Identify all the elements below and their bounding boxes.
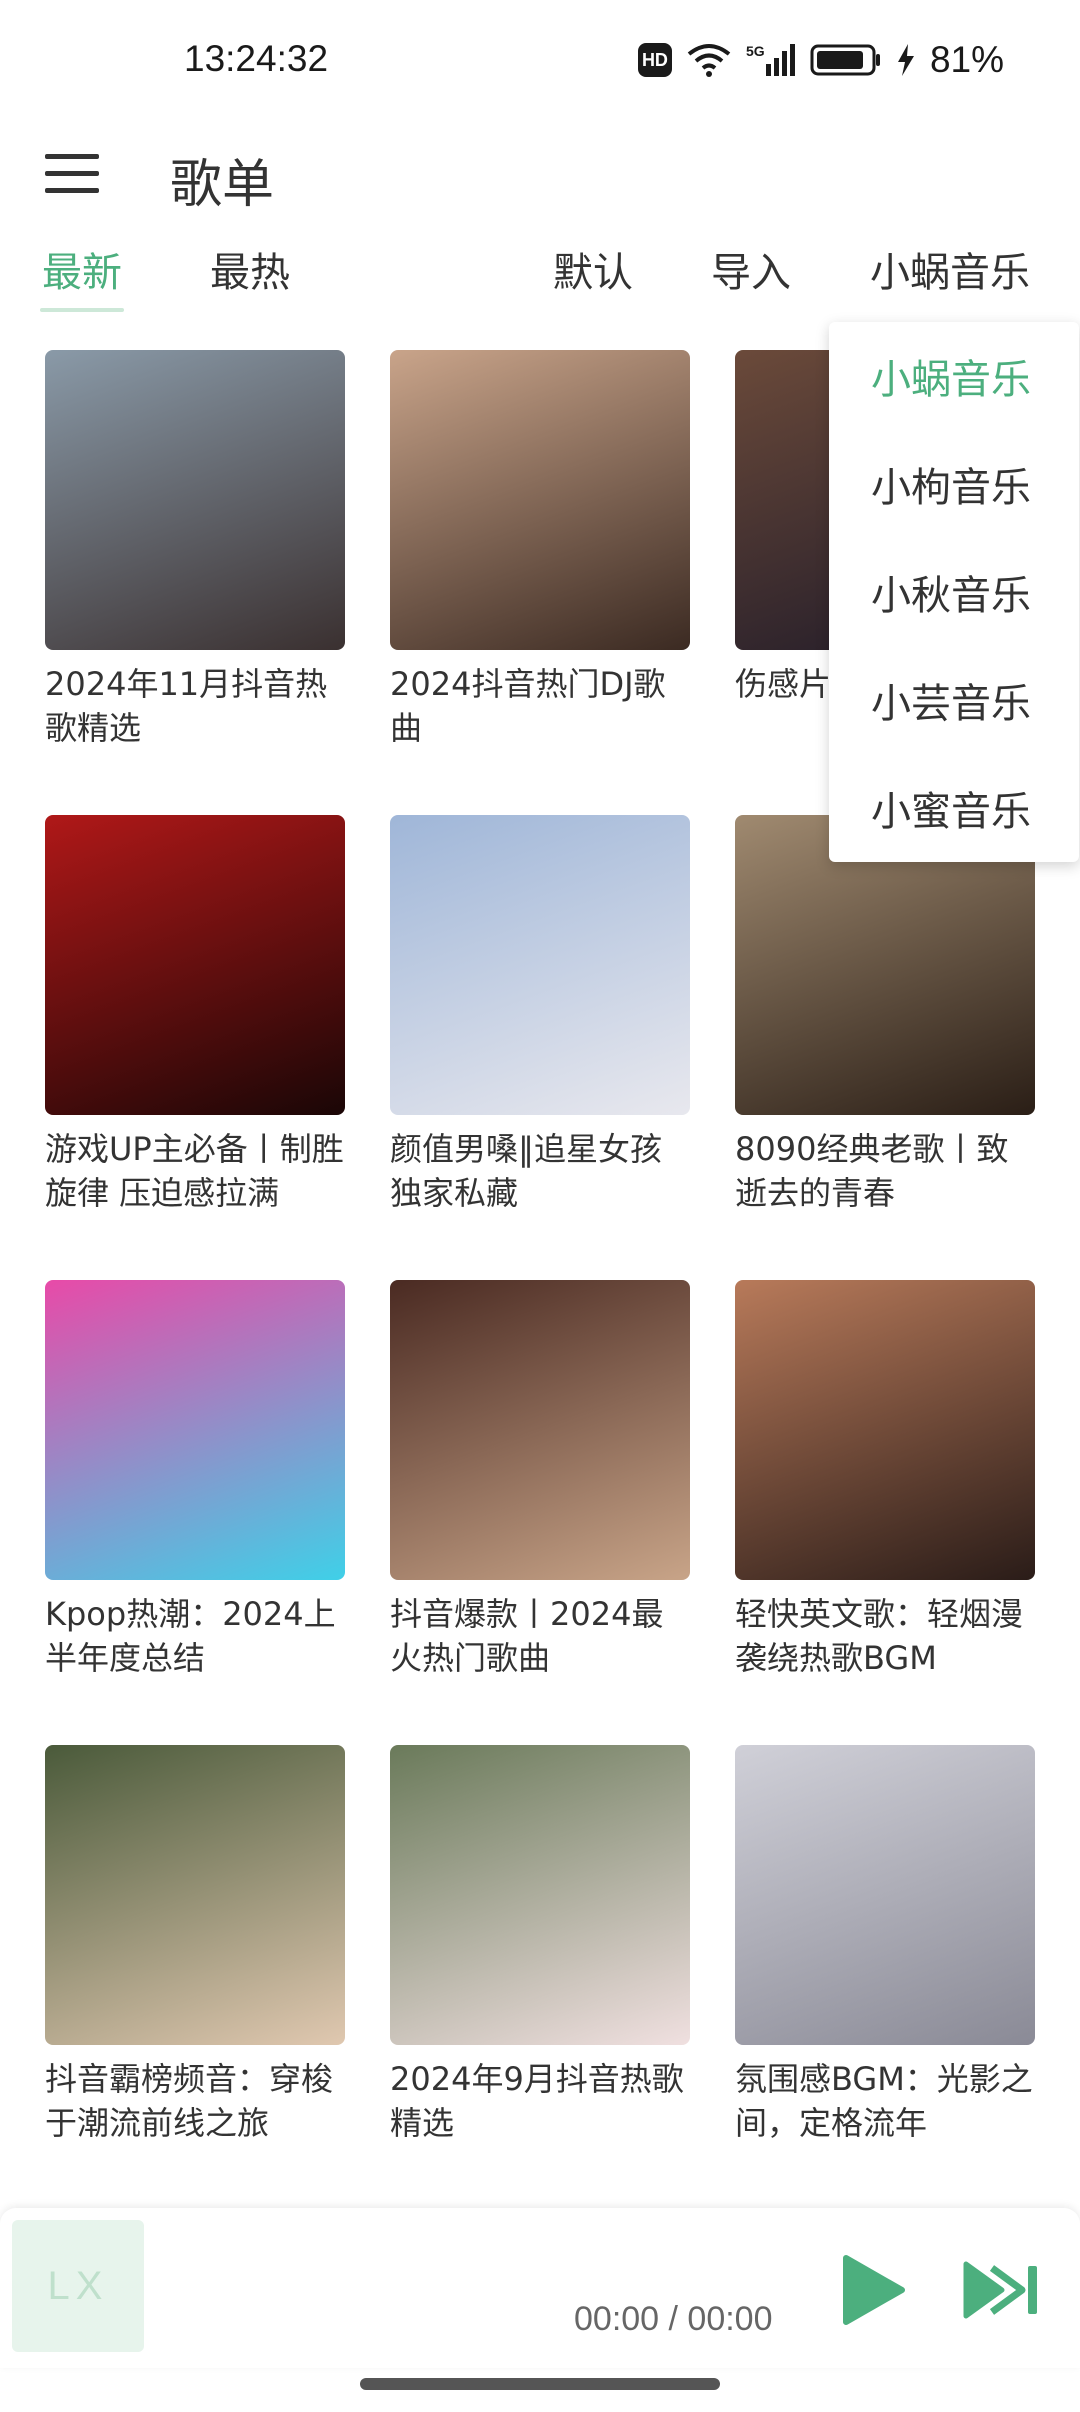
playlist-cover[interactable] — [45, 1745, 345, 2045]
dropdown-item[interactable]: 小芸音乐 — [829, 646, 1079, 754]
player-bar: LX 00:00 / 00:00 — [0, 2208, 1080, 2368]
player-cover[interactable]: LX — [12, 2220, 144, 2352]
playlist-cover[interactable] — [735, 1280, 1035, 1580]
playlist-card[interactable]: 游戏UP主必备丨制胜旋律 压迫感拉满 — [45, 815, 345, 1235]
battery-percent: 81% — [929, 39, 1004, 80]
hamburger-menu-icon — [45, 154, 99, 193]
play-button[interactable] — [832, 2250, 912, 2330]
playlist-card[interactable]: 氛围感BGM：光影之间，定格流年 — [735, 1745, 1035, 2165]
playlist-title: 抖音霸榜频音：穿梭于潮流前线之旅 — [45, 2060, 334, 2142]
playlist-card[interactable]: 轻快英文歌：轻烟漫袭绕热歌BGM — [735, 1280, 1035, 1700]
play-icon — [843, 2255, 905, 2325]
playlist-title: 2024年9月抖音热歌精选 — [390, 2060, 684, 2142]
dropdown-item[interactable]: 小蜗音乐 — [829, 322, 1079, 430]
import-button[interactable]: 导入 — [711, 240, 791, 312]
dropdown-item[interactable]: 小蜜音乐 — [829, 754, 1079, 862]
menu-button[interactable] — [30, 132, 114, 216]
playlist-card[interactable]: 颜值男嗓‖追星女孩独家私藏 — [390, 815, 690, 1235]
page-title: 歌单 — [170, 155, 275, 215]
dropdown-item[interactable]: 小秋音乐 — [829, 538, 1079, 646]
playlist-cover[interactable] — [45, 350, 345, 650]
tab-active-indicator — [40, 308, 124, 312]
dropdown-item[interactable]: 小枸音乐 — [829, 430, 1079, 538]
home-indicator[interactable] — [360, 2378, 720, 2390]
playlist-cover[interactable] — [390, 1280, 690, 1580]
source-dropdown: 小蜗音乐 小枸音乐 小秋音乐 小芸音乐 小蜜音乐 — [829, 322, 1079, 862]
wifi-icon — [687, 44, 731, 77]
skip-next-icon — [963, 2261, 1037, 2319]
status-icons: HD 5G 81% — [637, 36, 1004, 84]
source-selector-label: 小蜗音乐 — [870, 250, 1030, 296]
default-label: 默认 — [553, 250, 633, 296]
playlist-cover[interactable] — [390, 815, 690, 1115]
playlist-title: 抖音爆款丨2024最火热门歌曲 — [390, 1595, 664, 1677]
playlist-cover[interactable] — [390, 1745, 690, 2045]
playlist-title: 颜值男嗓‖追星女孩独家私藏 — [390, 1130, 663, 1212]
import-label: 导入 — [711, 250, 791, 296]
playlist-card[interactable]: 2024抖音热门DJ歌曲 — [390, 350, 690, 770]
playlist-card[interactable]: 抖音霸榜频音：穿梭于潮流前线之旅 — [45, 1745, 345, 2165]
signal-icon: 5G — [746, 43, 795, 76]
playlist-cover[interactable] — [45, 815, 345, 1115]
playlist-title: 游戏UP主必备丨制胜旋律 压迫感拉满 — [45, 1130, 344, 1212]
tab-latest-label: 最新 — [42, 250, 122, 296]
playlist-title: 氛围感BGM：光影之间，定格流年 — [735, 2060, 1033, 2142]
playlist-cover[interactable] — [390, 350, 690, 650]
playlist-title: 2024抖音热门DJ歌曲 — [390, 665, 666, 747]
playlist-title: Kpop热潮：2024上半年度总结 — [45, 1595, 336, 1677]
battery-icon — [810, 44, 880, 76]
playlist-card[interactable]: 8090经典老歌丨致逝去的青春 — [735, 815, 1035, 1235]
charging-icon — [897, 44, 914, 76]
playlist-cover[interactable] — [45, 1280, 345, 1580]
playlist-card[interactable]: Kpop热潮：2024上半年度总结 — [45, 1280, 345, 1700]
playlist-card[interactable]: 2024年11月抖音热歌精选 — [45, 350, 345, 770]
playlist-title: 8090经典老歌丨致逝去的青春 — [735, 1130, 1009, 1212]
default-button[interactable]: 默认 — [553, 240, 633, 312]
next-button[interactable] — [962, 2258, 1042, 2322]
player-time: 00:00 / 00:00 — [574, 2300, 773, 2338]
playlist-title: 轻快英文歌：轻烟漫袭绕热歌BGM — [735, 1595, 1024, 1677]
playlist-card[interactable]: 抖音爆款丨2024最火热门歌曲 — [390, 1280, 690, 1700]
hd-icon: HD — [637, 43, 672, 77]
playlist-card[interactable]: 2024年9月抖音热歌精选 — [390, 1745, 690, 2165]
playlist-cover[interactable] — [735, 1745, 1035, 2045]
network-label: 5G — [746, 43, 765, 59]
playlist-title: 2024年11月抖音热歌精选 — [45, 665, 328, 747]
status-bar: 13:24:32 HD 5G 81% — [0, 0, 1080, 120]
status-time: 13:24:32 — [184, 38, 329, 79]
tab-hottest[interactable]: 最热 — [210, 240, 290, 312]
source-selector[interactable]: 小蜗音乐 — [870, 240, 1030, 312]
tab-hottest-label: 最热 — [210, 250, 290, 296]
sort-tabs: 最新 最热 默认 导入 小蜗音乐 — [0, 230, 1080, 312]
tab-latest[interactable]: 最新 — [40, 240, 124, 312]
